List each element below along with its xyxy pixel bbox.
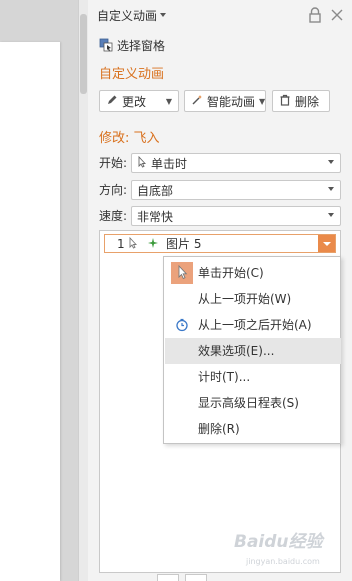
smart-animation-icon xyxy=(191,94,203,109)
panel-title[interactable]: 自定义动画 xyxy=(97,8,157,24)
smart-animation-dropdown-icon: ▼ xyxy=(259,96,266,106)
menu-item-start-on-click[interactable]: 单击开始(C) xyxy=(165,260,341,286)
direction-select[interactable]: 自底部 xyxy=(131,180,341,200)
selection-pane-icon[interactable] xyxy=(99,38,113,52)
change-button-label: 更改 xyxy=(122,94,147,109)
selection-pane-link[interactable]: 选择窗格 xyxy=(117,38,165,54)
menu-item-with-previous[interactable]: 从上一项开始(W) xyxy=(165,286,341,312)
speed-select[interactable]: 非常快 xyxy=(131,206,341,226)
menu-item-timing[interactable]: 计时(T)... xyxy=(165,364,341,390)
lock-icon[interactable] xyxy=(308,7,322,23)
start-label: 开始: xyxy=(99,156,128,170)
delete-button-label: 删除 xyxy=(295,94,320,109)
section-title: 自定义动画 xyxy=(99,67,165,82)
animation-list-item[interactable] xyxy=(104,234,336,253)
menu-item-show-advanced-timeline[interactable]: 显示高级日程表(S) xyxy=(165,390,341,416)
mouse-click-icon xyxy=(137,155,147,171)
trash-icon xyxy=(279,94,291,109)
move-up-button[interactable] xyxy=(157,574,179,581)
fly-in-effect-icon xyxy=(147,237,159,249)
move-down-button[interactable] xyxy=(185,574,207,581)
change-button[interactable]: 更改 ▼ xyxy=(99,90,179,112)
item-dropdown-button[interactable] xyxy=(318,235,335,252)
close-icon[interactable] xyxy=(330,8,344,22)
animation-item-name: 图片 5 xyxy=(166,237,202,251)
animation-item-number: 1 xyxy=(117,237,125,251)
speed-select-value: 非常快 xyxy=(137,209,174,224)
slide-page[interactable] xyxy=(0,42,60,581)
direction-dropdown-icon xyxy=(328,187,334,191)
menu-item-delete[interactable]: 删除(R) xyxy=(165,416,341,442)
menu-item-after-previous[interactable]: 从上一项之后开始(A) xyxy=(165,312,341,338)
pencil-icon xyxy=(106,94,118,109)
timing-context-menu: 单击开始(C) 从上一项开始(W) 从上一项之后开始(A) 效果选项(E)...… xyxy=(163,256,341,444)
direction-label: 方向: xyxy=(99,183,128,197)
mouse-click-icon xyxy=(128,236,138,249)
modify-title: 修改: 飞入 xyxy=(99,131,160,146)
start-dropdown-icon xyxy=(328,160,334,164)
scrollbar-thumb[interactable] xyxy=(80,14,87,94)
smart-animation-button[interactable]: 智能动画 ▼ xyxy=(184,90,266,112)
speed-dropdown-icon xyxy=(328,213,334,217)
panel-title-dropdown-icon[interactable] xyxy=(160,13,166,17)
start-select-value: 单击时 xyxy=(151,156,188,171)
delete-button[interactable]: 删除 xyxy=(272,90,330,112)
direction-select-value: 自底部 xyxy=(137,183,174,198)
clock-icon xyxy=(175,318,189,332)
change-dropdown-icon: ▼ xyxy=(165,96,172,106)
smart-animation-label: 智能动画 xyxy=(207,94,256,109)
start-select[interactable]: 单击时 xyxy=(131,153,341,173)
baidu-watermark: Baidu经验 jingyan.baidu.com xyxy=(234,532,323,567)
menu-item-effect-options[interactable]: 效果选项(E)... xyxy=(165,338,341,364)
speed-label: 速度: xyxy=(99,209,128,223)
mouse-click-icon xyxy=(171,262,193,284)
